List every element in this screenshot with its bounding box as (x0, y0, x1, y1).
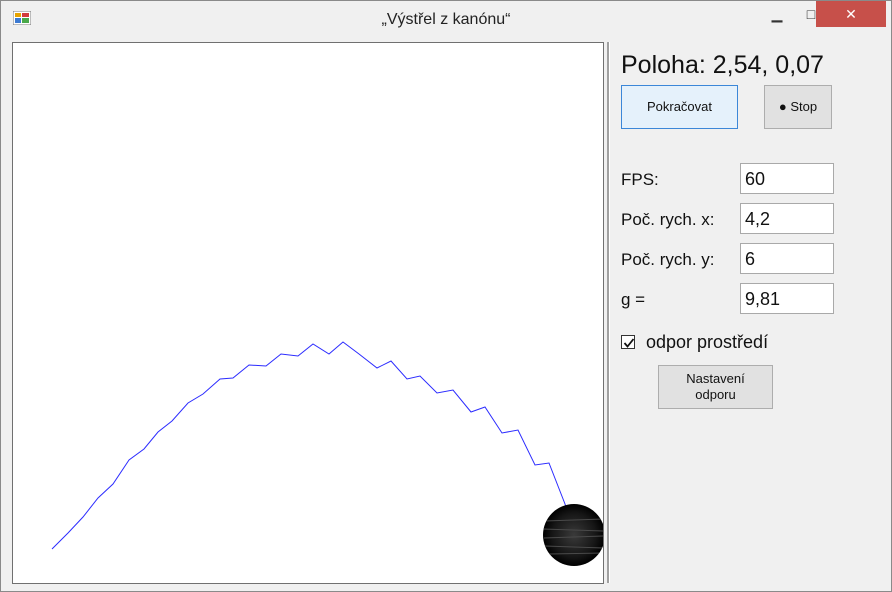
app-window: „Výstřel z kanónu“ ▁ □ ✕ Poloha: 2,54, 0… (0, 0, 892, 592)
fps-input[interactable]: 60 (740, 163, 834, 194)
gravity-label: g = (621, 290, 646, 309)
close-button[interactable]: ✕ (816, 1, 886, 27)
resistance-settings-button[interactable]: Nastavení odporu (658, 365, 773, 409)
resistance-checkbox[interactable] (621, 335, 635, 349)
simulation-canvas (12, 42, 605, 584)
velocity-x-input[interactable]: 4,2 (740, 203, 834, 234)
title-bar[interactable]: „Výstřel z kanónu“ ▁ □ ✕ (1, 1, 891, 37)
velocity-y-label: Poč. rych. y: (621, 250, 715, 269)
velocity-y-input[interactable]: 6 (740, 243, 834, 274)
checkmark-icon (623, 338, 635, 348)
resistance-checkbox-label[interactable]: odpor prostředí (646, 332, 768, 353)
close-icon: ✕ (845, 5, 857, 22)
minimize-icon: ▁ (771, 5, 783, 22)
cannonball (543, 504, 605, 566)
minimize-button[interactable]: ▁ (761, 1, 793, 27)
fps-label: FPS: (621, 170, 659, 189)
stop-button[interactable]: ● Stop (764, 85, 832, 129)
continue-button[interactable]: Pokračovat (621, 85, 738, 129)
simulation-drawing (51, 341, 605, 566)
window-title: „Výstřel z kanónu“ (381, 11, 511, 28)
position-status: Poloha: 2,54, 0,07 (621, 51, 824, 79)
trajectory-path (51, 341, 569, 550)
gravity-input[interactable]: 9,81 (740, 283, 834, 314)
velocity-x-label: Poč. rych. x: (621, 210, 715, 229)
maximize-icon: □ (806, 6, 816, 22)
